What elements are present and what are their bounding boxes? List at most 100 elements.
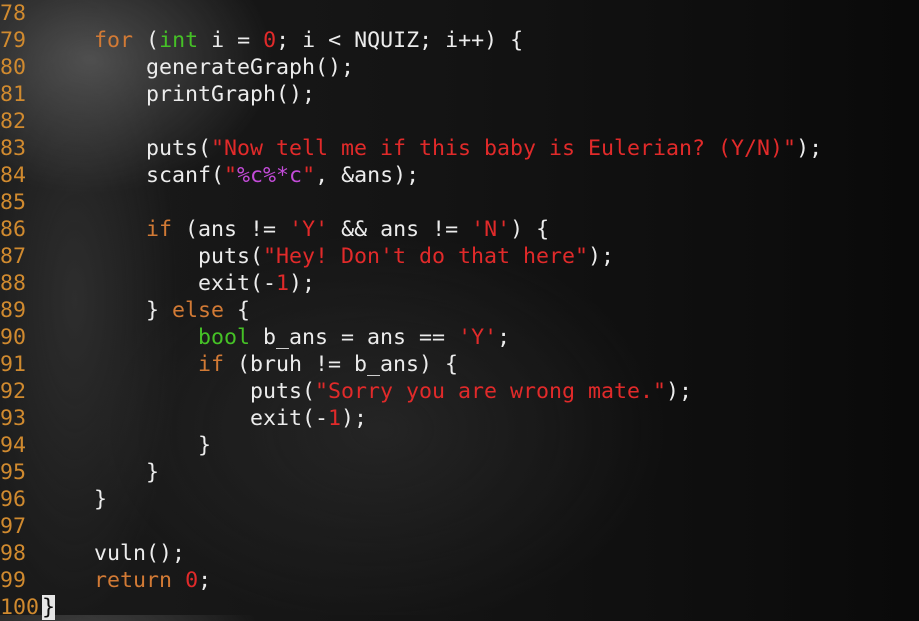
code-text: generateGraph();	[42, 55, 354, 80]
code-token: generateGraph();	[42, 54, 355, 80]
code-token: puts(	[42, 378, 316, 404]
code-token: ;	[497, 324, 511, 350]
code-token: "	[224, 162, 238, 188]
code-token: scanf(	[42, 162, 225, 188]
code-token: );	[341, 405, 368, 431]
line-number: 89	[0, 297, 40, 323]
code-token: (	[133, 27, 160, 53]
code-text: } else {	[42, 298, 250, 323]
code-line: 79 for (int i = 0; i < NQUIZ; i++) {	[0, 27, 523, 54]
code-text: puts("Hey! Don't do that here");	[42, 244, 614, 269]
code-token: ;	[198, 567, 212, 593]
code-text: puts("Now tell me if this baby is Euleri…	[42, 136, 822, 161]
code-token: bool	[198, 324, 251, 350]
line-number: 79	[0, 27, 40, 53]
code-token: (bruh != b_ans) {	[224, 351, 459, 377]
text-cursor: }	[42, 594, 56, 620]
code-token: 'Y'	[289, 216, 329, 242]
line-number: 92	[0, 378, 40, 404]
line-number: 80	[0, 54, 40, 80]
code-token: exit(-	[42, 270, 277, 296]
code-text: printGraph();	[42, 82, 315, 107]
code-token: exit(-	[42, 405, 329, 431]
code-line: 92 puts("Sorry you are wrong mate.");	[0, 378, 692, 405]
line-number: 96	[0, 486, 40, 512]
code-token: 'N'	[471, 216, 511, 242]
code-token: "	[302, 162, 316, 188]
code-token: }	[42, 486, 108, 512]
line-number: 100	[0, 594, 40, 620]
code-text: vuln();	[42, 541, 185, 566]
code-line: 82	[0, 108, 42, 135]
code-token: for	[94, 27, 134, 53]
code-text: puts("Sorry you are wrong mate.");	[42, 379, 692, 404]
code-text: }	[42, 460, 159, 485]
code-token: 0	[185, 567, 199, 593]
code-token: i =	[198, 27, 264, 53]
code-token: }	[42, 459, 160, 485]
code-token: return	[94, 567, 173, 593]
code-token: );	[666, 378, 693, 404]
line-number: 82	[0, 108, 40, 134]
line-number: 98	[0, 540, 40, 566]
code-line: 89 } else {	[0, 297, 250, 324]
line-number: 78	[0, 0, 40, 26]
code-token: "Hey! Don't do that here"	[263, 243, 589, 269]
code-token: );	[796, 135, 823, 161]
code-token: %c%*c	[237, 162, 303, 188]
code-token: 1	[276, 270, 290, 296]
code-line: 85	[0, 189, 42, 216]
line-number: 83	[0, 135, 40, 161]
code-token: 0	[263, 27, 277, 53]
line-number: 86	[0, 216, 40, 242]
terminal-editor[interactable]: 78 79 for (int i = 0; i < NQUIZ; i++) {8…	[0, 0, 919, 620]
code-text: for (int i = 0; i < NQUIZ; i++) {	[42, 28, 523, 53]
code-line: 99 return 0;	[0, 567, 211, 594]
code-line: 90 bool b_ans = ans == 'Y';	[0, 324, 510, 351]
code-line: 91 if (bruh != b_ans) {	[0, 351, 458, 378]
code-token: }	[42, 432, 212, 458]
line-number: 81	[0, 81, 40, 107]
code-token: puts(	[42, 135, 212, 161]
code-token: );	[588, 243, 615, 269]
code-token: "Now tell me if this baby is Eulerian? (…	[211, 135, 797, 161]
code-text: bool b_ans = ans == 'Y';	[42, 325, 510, 350]
code-line: 88 exit(-1);	[0, 270, 315, 297]
code-line: 83 puts("Now tell me if this baby is Eul…	[0, 135, 822, 162]
code-text: if (bruh != b_ans) {	[42, 352, 458, 377]
code-token: "Sorry you are wrong mate."	[315, 378, 667, 404]
line-number: 88	[0, 270, 40, 296]
code-token: 1	[328, 405, 342, 431]
code-text: exit(-1);	[42, 406, 367, 431]
code-token: ; i < NQUIZ; i++) {	[276, 27, 524, 53]
code-token: puts(	[42, 243, 264, 269]
code-text: exit(-1);	[42, 271, 315, 296]
code-line: 95 }	[0, 459, 159, 486]
code-line: 98 vuln();	[0, 540, 185, 567]
code-line: 86 if (ans != 'Y' && ans != 'N') {	[0, 216, 549, 243]
line-number: 99	[0, 567, 40, 593]
line-number: 97	[0, 513, 40, 539]
code-text: if (ans != 'Y' && ans != 'N') {	[42, 217, 549, 242]
code-token: }	[42, 297, 173, 323]
code-token: else	[172, 297, 225, 323]
code-token: (ans !=	[172, 216, 290, 242]
code-line: 96 }	[0, 486, 107, 513]
line-number: 84	[0, 162, 40, 188]
line-number: 87	[0, 243, 40, 269]
code-token: printGraph();	[42, 81, 316, 107]
code-token: ) {	[510, 216, 550, 242]
code-line: 97	[0, 513, 42, 540]
line-number: 95	[0, 459, 40, 485]
code-line: 100}	[0, 594, 56, 621]
code-token: );	[289, 270, 316, 296]
code-line: 78	[0, 0, 42, 27]
line-number: 85	[0, 189, 40, 215]
code-line: 81 printGraph();	[0, 81, 315, 108]
code-token: 'Y'	[458, 324, 498, 350]
